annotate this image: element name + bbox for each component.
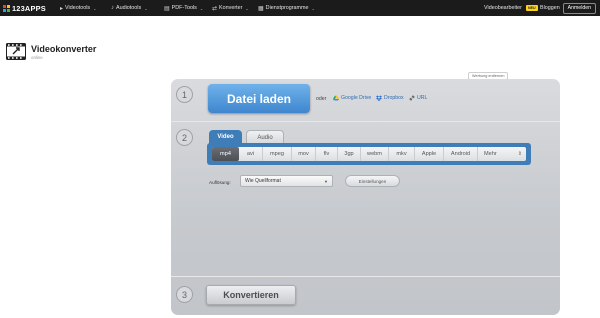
chevron-down-icon: ▼	[324, 178, 328, 184]
format-3gp[interactable]: 3gp	[338, 147, 361, 161]
page-title: Videokonverter	[31, 44, 97, 54]
url-label: URL	[417, 95, 428, 101]
format-list: mp4 avi mpeg mov flv 3gp webm mkv Apple …	[212, 147, 526, 161]
chevron-down-icon: ⌄	[245, 5, 249, 11]
format-more-label: Mehr	[484, 151, 497, 157]
logo-dot	[3, 8, 6, 12]
nav-konverter-label: Konverter	[219, 5, 243, 11]
google-drive-link[interactable]: Google Drive	[333, 95, 371, 101]
logo-text: 123APPS	[12, 3, 46, 13]
resolution-value: Wie Quellformat	[245, 178, 281, 184]
resolution-label: Auflösung:	[209, 180, 231, 185]
video-icon: ▸	[60, 5, 64, 12]
chevron-down-icon: ⌄	[311, 5, 315, 11]
nav-pdftools-label: PDF-Tools	[171, 5, 197, 11]
format-mov[interactable]: mov	[292, 147, 316, 161]
step-2-number: 2	[176, 129, 193, 146]
logo-dot	[7, 8, 10, 12]
nav-audiotools[interactable]: ♪ Audiotools ⌄	[111, 0, 148, 16]
updown-arrow-icon: ⇕	[517, 151, 522, 157]
nav-blog-label: Bloggen	[540, 5, 560, 11]
audio-icon: ♪	[111, 5, 114, 11]
dropbox-label: Dropbox	[384, 95, 404, 101]
url-link[interactable]: URL	[409, 95, 427, 101]
new-badge: NEU	[525, 5, 538, 11]
divider	[171, 121, 560, 122]
chevron-down-icon: ⌄	[199, 5, 204, 11]
format-flv[interactable]: flv	[316, 147, 338, 161]
nav-audiotools-label: Audiotools	[116, 5, 142, 11]
logo[interactable]: 123APPS	[3, 3, 46, 13]
chevron-down-icon: ⌄	[93, 5, 97, 11]
nav-blog[interactable]: Bloggen	[540, 0, 560, 16]
format-more-select[interactable]: Mehr ⇕	[478, 147, 526, 161]
format-apple[interactable]: Apple	[415, 147, 444, 161]
google-drive-icon	[333, 95, 339, 101]
settings-button[interactable]: Einstellungen	[345, 175, 400, 187]
logo-dot	[7, 4, 10, 8]
format-android[interactable]: Android	[444, 147, 478, 161]
page-subtitle: online	[31, 55, 43, 60]
format-bar: mp4 avi mpeg mov flv 3gp webm mkv Apple …	[207, 143, 531, 165]
video-converter-icon	[6, 43, 26, 60]
or-label: oder	[316, 96, 327, 102]
nav-dienstprogramme[interactable]: ▦ Dienstprogramme ⌄	[258, 0, 315, 16]
resolution-select[interactable]: Wie Quellformat ▼	[240, 175, 333, 187]
tab-audio[interactable]: Audio	[246, 130, 284, 144]
convert-button[interactable]: Konvertieren	[206, 285, 296, 305]
tab-video[interactable]: Video	[209, 130, 242, 144]
logo-mark	[3, 4, 10, 12]
chevron-down-icon: ⌄	[144, 5, 148, 11]
converter-panel: 1 Datei laden oder Google Drive Dropbox …	[171, 79, 560, 315]
signin-button[interactable]: Anmelden	[562, 2, 596, 14]
divider	[171, 276, 560, 277]
format-avi[interactable]: avi	[239, 147, 263, 161]
step-3-number: 3	[176, 286, 193, 303]
google-drive-label: Google Drive	[341, 95, 372, 101]
convert-icon: ⇄	[212, 5, 218, 12]
nav-video-editor-label: Videobearbeiter	[484, 5, 522, 11]
format-mp4[interactable]: mp4	[212, 147, 239, 161]
pdf-icon: ▤	[164, 5, 170, 12]
nav-dienstprogramme-label: Dienstprogramme	[265, 5, 309, 11]
nav-konverter[interactable]: ⇄ Konverter ⌄	[212, 0, 249, 16]
top-nav-bar: 123APPS ▸ Videotools ⌄ ♪ Audiotools ⌄ ▤ …	[0, 0, 600, 16]
nav-videotools-label: Videotools	[65, 5, 91, 11]
dropbox-icon	[376, 95, 382, 101]
format-webm[interactable]: webm	[361, 147, 389, 161]
logo-dot	[3, 4, 6, 8]
link-icon	[409, 95, 415, 101]
nav-videotools[interactable]: ▸ Videotools ⌄	[60, 0, 96, 16]
open-file-button[interactable]: Datei laden	[208, 84, 310, 113]
format-mpeg[interactable]: mpeg	[263, 147, 292, 161]
nav-pdftools[interactable]: ▤ PDF-Tools ⌄	[164, 0, 203, 16]
step-1-number: 1	[176, 86, 193, 103]
format-mkv[interactable]: mkv	[389, 147, 415, 161]
dropbox-link[interactable]: Dropbox	[376, 95, 404, 101]
tools-icon: ▦	[258, 5, 264, 12]
nav-video-editor[interactable]: Videobearbeiter NEU	[484, 0, 538, 16]
